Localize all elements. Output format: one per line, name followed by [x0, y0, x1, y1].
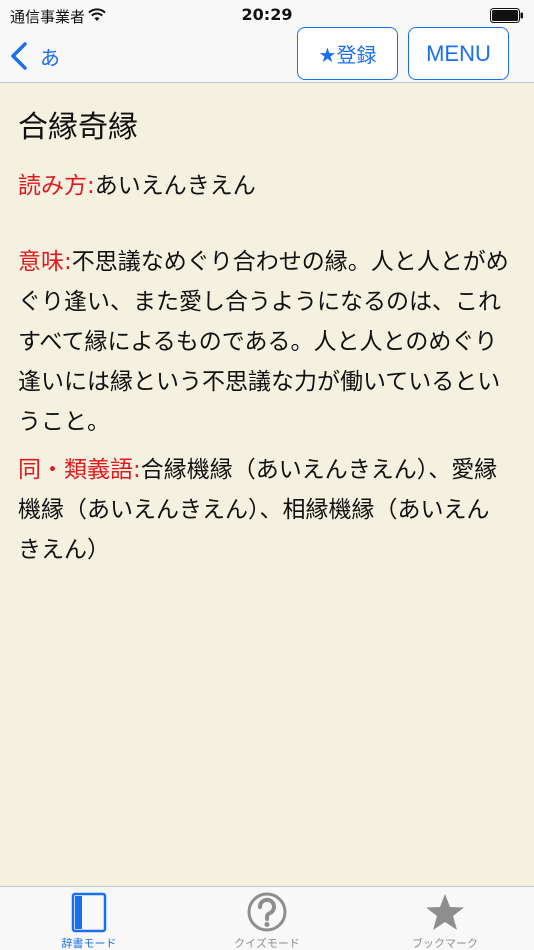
navigation-bar: あ ★登録 MENU — [0, 27, 534, 83]
meaning-text: 不思議なめぐり合わせの縁。人と人とがめぐり逢い、また愛し合うようになるのは、これ… — [18, 249, 509, 435]
synonyms-label: 同・類義語: — [18, 457, 141, 483]
status-time: 20:29 — [241, 5, 293, 24]
battery-icon — [490, 8, 523, 23]
tab-bookmark[interactable]: ブックマーク — [356, 887, 534, 950]
back-button[interactable]: あ — [10, 40, 60, 72]
meaning-row: 意味:不思議なめぐり合わせの縁。人と人とがめぐり逢い、また愛し合うようになるのは… — [18, 242, 510, 442]
tab-label-bookmark: ブックマーク — [412, 937, 478, 950]
synonyms-row: 同・類義語:合縁機縁（あいえんきえん）、愛縁機縁（あいえんきえん）、相縁機縁（あ… — [18, 450, 510, 570]
reading-text: あいえんきえん — [94, 173, 256, 199]
back-label: あ — [40, 45, 60, 70]
entry-content: 合縁奇縁 読み方:あいえんきえん 意味:不思議なめぐり合わせの縁。人と人とがめぐ… — [0, 84, 534, 886]
question-circle-icon — [247, 892, 287, 932]
tab-label-dictionary: 辞書モード — [61, 937, 117, 950]
meaning-label: 意味: — [18, 249, 72, 275]
tab-bar: 辞書モード クイズモード ブックマーク — [0, 886, 534, 950]
tab-label-quiz: クイズモード — [234, 937, 300, 950]
status-bar: 通信事業者 20:29 — [0, 0, 534, 30]
reading-row: 読み方:あいえんきえん — [18, 166, 510, 206]
entry-title: 合縁奇縁 — [18, 110, 138, 145]
menu-button[interactable]: MENU — [408, 27, 509, 80]
book-icon — [71, 892, 107, 933]
chevron-left-icon — [11, 42, 27, 70]
register-bookmark-button[interactable]: ★登録 — [297, 27, 398, 80]
star-icon — [426, 894, 464, 930]
reading-label: 読み方: — [18, 173, 95, 199]
tab-dictionary-mode[interactable]: 辞書モード — [0, 887, 178, 950]
tab-quiz-mode[interactable]: クイズモード — [178, 887, 356, 950]
